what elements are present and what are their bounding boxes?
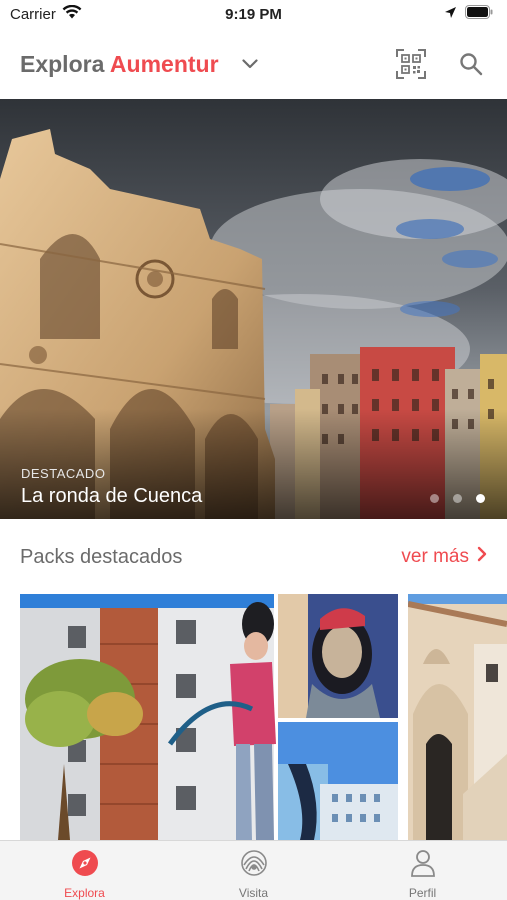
carrier-label: Carrier (10, 5, 56, 23)
section-title: Packs destacados (20, 545, 183, 568)
tab-explora[interactable]: Explora (0, 841, 169, 900)
packs-section-header: Packs destacados ver más (0, 540, 507, 574)
battery-icon (465, 5, 493, 23)
carousel-dot[interactable] (453, 494, 462, 503)
see-more-label: ver más (401, 546, 469, 567)
status-right (444, 5, 493, 23)
pack-card[interactable] (408, 594, 507, 840)
title-prefix: Explora (20, 50, 105, 77)
wifi-icon (62, 4, 82, 23)
header-actions (395, 48, 487, 80)
chevron-down-icon[interactable] (239, 53, 261, 75)
user-icon (410, 849, 436, 882)
app-header: Explora Aumentur (0, 40, 507, 88)
title-brand: Aumentur (109, 50, 219, 77)
chevron-right-icon (477, 546, 487, 568)
status-bar: Carrier 9:19 PM (0, 0, 507, 28)
hero-title[interactable]: La ronda de Cuenca (21, 485, 202, 508)
featured-packs-list[interactable] (0, 594, 507, 840)
see-more-link[interactable]: ver más (401, 546, 487, 568)
carousel-pagination (430, 494, 485, 503)
search-icon[interactable] (455, 48, 487, 80)
tab-label: Explora (64, 886, 105, 900)
pack-image (20, 594, 398, 840)
bottom-tab-bar: Explora Visita Perfil (0, 840, 507, 900)
location-arrow-icon (444, 6, 457, 23)
hero-eyebrow: DESTACADO (21, 466, 106, 481)
tab-label: Visita (238, 886, 269, 900)
tab-perfil[interactable]: Perfil (338, 841, 507, 900)
ar-scan-icon (239, 849, 269, 882)
compass-icon (71, 849, 99, 882)
pack-card[interactable] (20, 594, 398, 840)
page-title[interactable]: Explora Aumentur (20, 51, 219, 78)
tab-label: Perfil (408, 886, 437, 900)
carousel-dot-active[interactable] (476, 494, 485, 503)
status-left: Carrier (10, 4, 82, 23)
tab-visita[interactable]: Visita (169, 841, 338, 900)
pack-image (408, 594, 507, 840)
carousel-dot[interactable] (430, 494, 439, 503)
featured-hero-carousel[interactable]: DESTACADO La ronda de Cuenca (0, 99, 507, 519)
qr-code-icon[interactable] (395, 48, 427, 80)
